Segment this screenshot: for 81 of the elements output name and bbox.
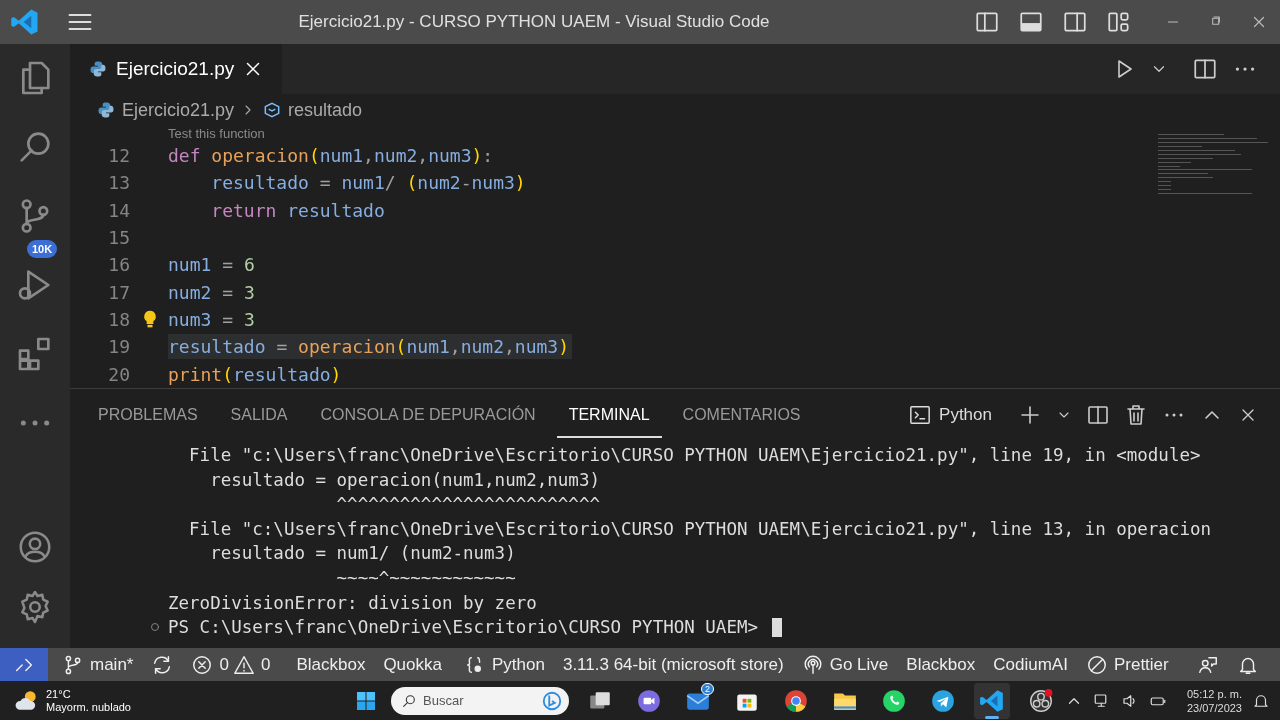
count-badge: 2 <box>701 682 714 695</box>
panel-tab[interactable]: COMENTARIOS <box>670 392 813 438</box>
status-item[interactable]: CodiumAI <box>984 648 1077 681</box>
taskbar-app[interactable] <box>974 682 1010 719</box>
browser-icon <box>783 687 809 714</box>
line-number: 13 <box>107 172 130 194</box>
split-editor-icon[interactable] <box>1192 56 1218 82</box>
terminal-line: ~~~~^~~~~~~~~~~~~ <box>335 566 517 590</box>
status-item[interactable]: Python <box>455 648 554 681</box>
code-line: resultado = num1/ (num2-num3) <box>210 171 527 196</box>
temperature-text: 21°C <box>46 687 72 701</box>
codelens-link[interactable]: Test this function <box>168 126 265 141</box>
status-item[interactable]: Prettier <box>1076 648 1178 681</box>
chat-icon <box>636 687 662 714</box>
status-item[interactable]: 0 <box>230 648 280 681</box>
line-number: 15 <box>107 227 130 249</box>
terminal-icon <box>909 404 932 426</box>
breadcrumb-item[interactable]: Ejercicio21.py <box>122 99 235 121</box>
error-icon <box>191 653 214 676</box>
terminal-line: ^^^^^^^^^^^^^^^^^^^^^^^^^ <box>335 493 601 517</box>
plus-icon[interactable] <box>1018 403 1042 427</box>
panel-tab[interactable]: SALIDA <box>218 392 300 438</box>
line-number: 12 <box>107 145 130 167</box>
code-line: return resultado <box>210 198 386 223</box>
terminal-line: resultado = num1/ (num2-num3) <box>209 542 517 566</box>
split-terminal-icon[interactable] <box>1086 403 1110 427</box>
layout-grid-icon[interactable] <box>1106 9 1132 35</box>
sidebar-layout-icon[interactable] <box>974 9 1000 35</box>
warning-icon <box>232 653 255 676</box>
line-number: 17 <box>107 281 130 303</box>
terminal-line: ZeroDivisionError: division by zero <box>168 591 538 615</box>
status-item[interactable]: Blackbox <box>897 648 985 681</box>
telegram-icon <box>930 687 956 714</box>
clock-date: 23/07/2023 <box>1186 700 1242 715</box>
terminal-line: File "c:\Users\franc\OneDrive\Escritorio\CURSO PYTHON UAEM\Ejercicio21.py", line 13, in operacion <box>188 517 1213 541</box>
trash-icon[interactable] <box>1124 403 1148 427</box>
code-line: num3 = 3 <box>168 307 256 332</box>
window-title: Ejercicio21.py - CURSO PYTHON UAEM - Visual Studio Code <box>297 12 771 32</box>
status-item[interactable]: 0 <box>182 648 231 681</box>
terminal-prompt: PS C:\Users\franc\OneDrive\Escritorio\CURSO PYTHON UAEM> <box>168 616 758 640</box>
bing-icon[interactable] <box>541 689 563 712</box>
terminal-line: resultado = operacion(num1,num2,num3) <box>209 468 601 492</box>
code-line: def operacion(num1,num2,num3): <box>168 144 495 169</box>
terminal-cursor <box>772 617 782 637</box>
status-item[interactable]: main* <box>53 648 143 681</box>
whatsapp-icon <box>881 687 907 714</box>
status-item[interactable]: Go Live <box>792 648 898 681</box>
editor-tab[interactable]: Ejercicio21.py <box>70 44 283 94</box>
panel-tab[interactable]: CONSOLA DE DEPURACIÓN <box>308 392 548 438</box>
prohibited-icon <box>1085 653 1108 676</box>
vscode-logo-icon <box>979 687 1005 714</box>
line-number: 20 <box>107 363 130 385</box>
status-item[interactable]: Blackbox <box>287 648 375 681</box>
python-icon <box>88 59 108 79</box>
code-line: print(resultado) <box>168 362 343 387</box>
terminal-selector[interactable]: Python <box>903 403 998 427</box>
secondary-sidebar-icon[interactable] <box>1062 9 1088 35</box>
code-line: num1 = 6 <box>168 253 256 278</box>
terminal-line: File "c:\Users\franc\OneDrive\Escritorio\CURSO PYTHON UAEM\Ejercicio21.py", line 19, in <module> <box>188 444 1202 467</box>
panel-layout-icon[interactable] <box>1018 9 1044 35</box>
weather-text: Mayorm. nublado <box>46 700 131 714</box>
line-number: 19 <box>107 336 130 358</box>
status-item[interactable]: Quokka <box>374 648 451 681</box>
line-number: 16 <box>107 254 130 276</box>
code-line: num2 = 3 <box>168 280 256 305</box>
line-number: 18 <box>107 308 130 330</box>
line-number: 14 <box>107 199 130 221</box>
status-item[interactable]: 3.11.3 64-bit (microsoft store) <box>553 648 793 681</box>
panel-tab[interactable]: TERMINAL <box>556 392 662 438</box>
vscode-logo-icon[interactable] <box>10 7 40 37</box>
clock-time: 05:12 p. m. <box>1186 686 1242 701</box>
panel-tab[interactable]: PROBLEMAS <box>86 392 210 438</box>
broadcast-icon <box>801 653 824 676</box>
python-icon <box>96 100 116 120</box>
status-item[interactable] <box>0 648 48 681</box>
taskbar-app[interactable]: 2 <box>680 682 716 719</box>
obs-icon <box>1028 687 1054 714</box>
count-badge: 10K <box>27 240 58 258</box>
breadcrumb-item[interactable]: resultado <box>288 99 363 121</box>
search-field[interactable]: Buscar <box>391 686 569 715</box>
search-icon <box>401 692 417 709</box>
